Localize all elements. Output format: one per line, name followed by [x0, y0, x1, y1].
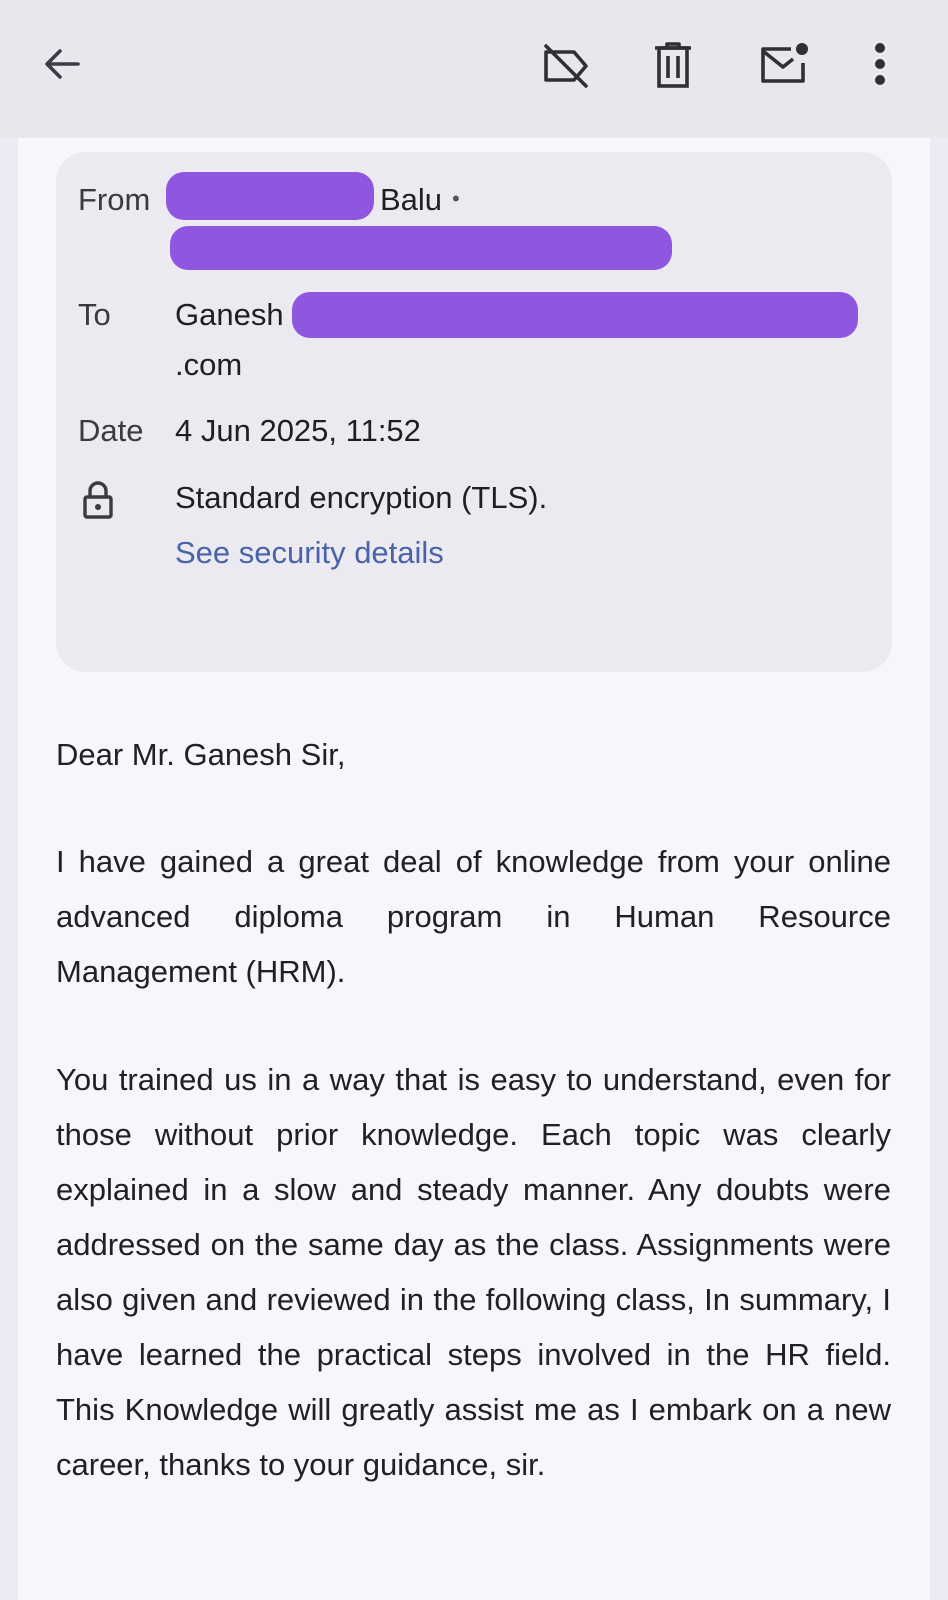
email-paragraph-1: I have gained a great deal of knowledge … — [56, 844, 891, 989]
recipient-name[interactable]: Ganesh — [175, 297, 284, 333]
email-greeting: Dear Mr. Ganesh Sir, — [56, 737, 346, 772]
lock-icon — [80, 478, 116, 522]
security-details-link[interactable]: See security details — [175, 535, 444, 571]
label-off-icon[interactable] — [538, 38, 594, 94]
trash-icon[interactable] — [648, 38, 698, 92]
recipient-redaction — [292, 292, 858, 338]
encryption-text: Standard encryption (TLS). — [175, 480, 548, 515]
top-app-bar — [0, 0, 948, 138]
back-arrow-icon[interactable] — [36, 38, 88, 90]
more-vert-icon[interactable] — [866, 40, 894, 88]
sender-email-redaction — [170, 226, 672, 270]
sender-name[interactable]: Balu — [380, 182, 442, 218]
sender-redaction — [166, 172, 374, 220]
mark-unread-icon[interactable] — [756, 38, 812, 90]
email-paragraph-2: You trained us in a way that is easy to … — [56, 1062, 891, 1482]
sender-separator: • — [452, 186, 460, 211]
date-label: Date — [78, 413, 144, 448]
date-value: 4 Jun 2025, 11:52 — [175, 413, 421, 448]
recipient-domain: .com — [175, 347, 243, 382]
to-label: To — [78, 297, 111, 332]
from-label: From — [78, 182, 151, 217]
